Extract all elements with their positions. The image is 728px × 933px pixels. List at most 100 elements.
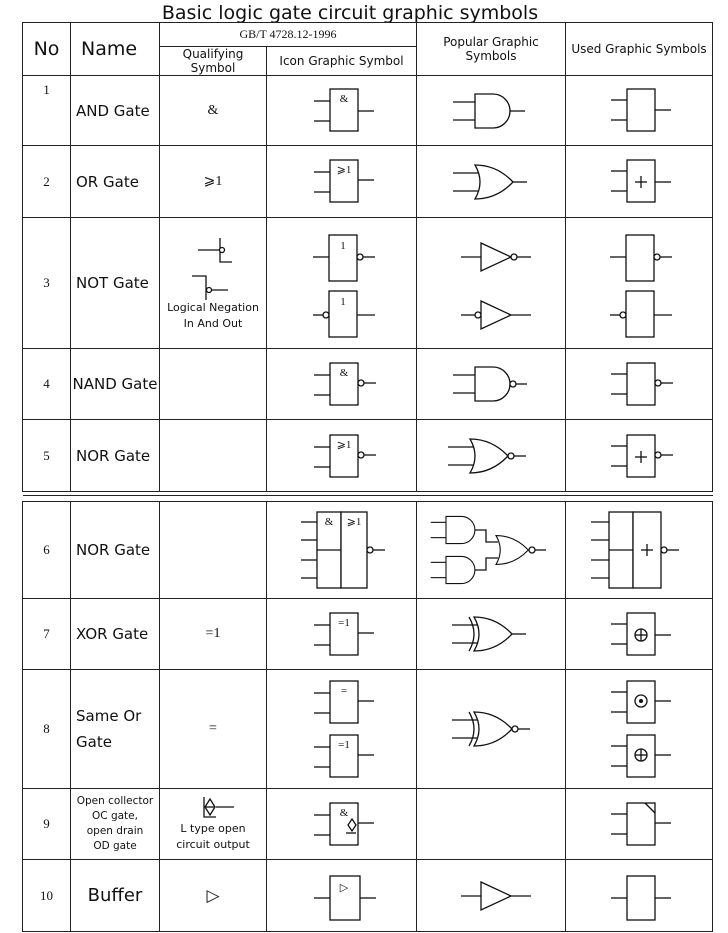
header-name: Name [70, 22, 160, 76]
row-name-line: Same Or [76, 707, 142, 725]
icon-symbol-aoi: & ⩾1 [266, 501, 417, 599]
row-no: 2 [22, 145, 71, 218]
row-qual: ⩾1 [159, 145, 267, 218]
icon-symbol-and: & [266, 75, 417, 146]
row-no: 9 [22, 788, 71, 860]
row-qual [159, 501, 267, 599]
popular-symbol-nor [416, 419, 566, 492]
row-name: NOT Gate [70, 217, 160, 349]
used-symbol-not [565, 217, 713, 349]
popular-symbol-buffer [416, 859, 566, 932]
table-row: 3 NOT Gate Logical Negation In And Out 1… [22, 217, 713, 349]
row-qual: =1 [159, 598, 267, 670]
icon-text-not: 1 [340, 296, 346, 308]
row-name: OR Gate [70, 145, 160, 218]
row-name-line: open drain [86, 825, 144, 837]
popular-symbol-oc [416, 788, 566, 860]
qual-note: Logical Negation [167, 301, 259, 314]
popular-symbol-not [416, 217, 566, 349]
table-row: 9 Open collector OC gate, open drain OD … [22, 788, 713, 860]
row-no: 4 [22, 348, 71, 420]
icon-text-xor: =1 [338, 617, 350, 629]
icon-symbol-nor: ⩾1 [266, 419, 417, 492]
icon-symbol-xor: =1 [266, 598, 417, 670]
popular-symbol-xor [416, 598, 566, 670]
row-no: 10 [22, 859, 71, 932]
popular-symbol-and [416, 75, 566, 146]
icon-symbol-not: 1 1 [266, 217, 417, 349]
table-row: 8 Same Or Gate = = =1 [22, 669, 713, 789]
row-name: NOR Gate [70, 419, 160, 492]
row-qual: Logical Negation In And Out [159, 217, 267, 349]
header-qualifying: Qualifying Symbol [159, 46, 267, 76]
row-qual [159, 419, 267, 492]
icon-symbol-nand: & [266, 348, 417, 420]
icon-text-or: ⩾1 [336, 164, 351, 176]
row-no: 1 [22, 75, 71, 146]
icon-text-and: & [324, 516, 333, 528]
icon-text-xor: =1 [338, 739, 350, 751]
header-used: Used Graphic Symbols [565, 22, 713, 76]
icon-symbol-buffer: ▷ [266, 859, 417, 932]
row-name: NOR Gate [70, 501, 160, 599]
row-name: Buffer [70, 859, 160, 932]
used-symbol-nor [565, 419, 713, 492]
header-icon: Icon Graphic Symbol [266, 46, 417, 76]
table-row: 5 NOR Gate ⩾1 [22, 419, 713, 492]
icon-text-and: & [339, 93, 348, 105]
row-qual [159, 348, 267, 420]
icon-text-buffer: ▷ [339, 882, 348, 894]
used-symbol-and [565, 75, 713, 146]
table-row: 1 AND Gate & & [22, 75, 713, 146]
row-qual: & [159, 75, 267, 146]
popular-symbol-xnor [416, 669, 566, 789]
used-symbol-buffer [565, 859, 713, 932]
used-symbol-xnor [565, 669, 713, 789]
row-no: 3 [22, 217, 71, 349]
row-name: Same Or Gate [70, 669, 160, 789]
table-row: 7 XOR Gate =1 =1 [22, 598, 713, 670]
page-title: Basic logic gate circuit graphic symbols [161, 2, 539, 24]
row-no: 5 [22, 419, 71, 492]
row-qual: = [159, 669, 267, 789]
table-row: 4 NAND Gate & [22, 348, 713, 420]
row-name: NAND Gate [70, 348, 160, 420]
qual-note: circuit output [176, 838, 250, 851]
icon-text-or: ⩾1 [336, 439, 351, 451]
used-symbol-oc [565, 788, 713, 860]
row-name: AND Gate [70, 75, 160, 146]
open-circuit-icon [203, 797, 234, 818]
used-symbol-or [565, 145, 713, 218]
row-name-line: OD gate [93, 840, 137, 852]
header-popular: Popular Graphic Symbols [416, 22, 566, 76]
row-no: 7 [22, 598, 71, 670]
icon-text-xnor: = [340, 685, 346, 697]
used-symbol-aoi [565, 501, 713, 599]
table-row: 2 OR Gate ⩾1 ⩾1 [22, 145, 713, 218]
table-row: 6 NOR Gate & ⩾1 [22, 501, 713, 599]
row-no: 8 [22, 669, 71, 789]
popular-symbol-or [416, 145, 566, 218]
icon-text-not: 1 [340, 240, 346, 252]
row-name-line: Gate [76, 733, 112, 751]
icon-symbol-or: ⩾1 [266, 145, 417, 218]
popular-symbol-nand [416, 348, 566, 420]
table-row: 10 Buffer ▷ ▷ [22, 859, 713, 932]
row-qual: ▷ [159, 859, 267, 932]
used-symbol-xor [565, 598, 713, 670]
row-name-line: Open collector [76, 795, 154, 807]
row-no: 6 [22, 501, 71, 599]
used-symbol-nand [565, 348, 713, 420]
header-standard: GB/T 4728.12-1996 [159, 22, 417, 47]
row-name: XOR Gate [70, 598, 160, 670]
row-qual: L type open circuit output [159, 788, 267, 860]
logic-gate-table: No Name GB/T 4728.12-1996 Popular Graphi… [22, 22, 713, 932]
header-no: No [22, 22, 71, 76]
icon-text-or: ⩾1 [346, 516, 361, 528]
negation-icon [192, 238, 232, 300]
popular-symbol-aoi [416, 501, 566, 599]
icon-symbol-oc: & [266, 788, 417, 860]
icon-symbol-xnor: = =1 [266, 669, 417, 789]
qual-note: L type open [180, 822, 246, 835]
icon-text-and: & [339, 367, 348, 379]
